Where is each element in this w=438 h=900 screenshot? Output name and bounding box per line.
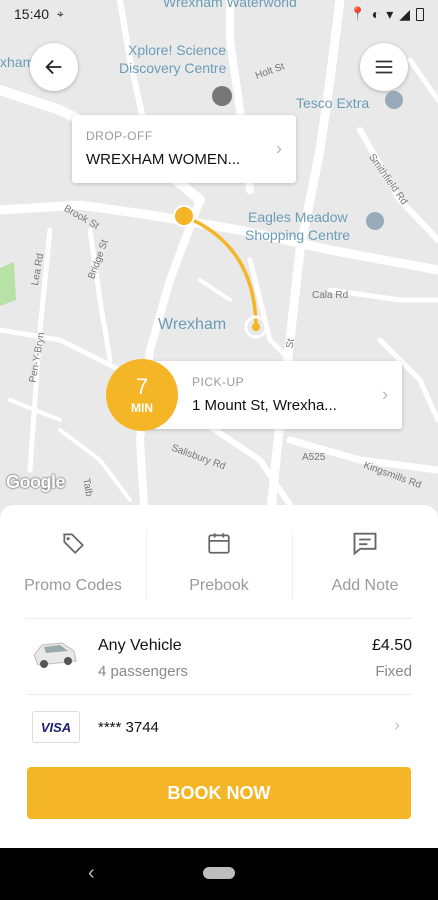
tag-icon <box>60 527 86 559</box>
eta-value: 7 <box>135 374 149 399</box>
signal-icon: ◢ <box>399 5 410 22</box>
wifi-icon: ▾ <box>386 5 394 22</box>
map-label-a525: A525 <box>302 452 326 463</box>
visa-icon: VISA <box>32 711 80 743</box>
battery-icon <box>416 7 424 21</box>
map-label-tesco: Tesco Extra <box>296 95 370 111</box>
map-label-eagles-2: Shopping Centre <box>245 227 351 243</box>
menu-button[interactable] <box>360 43 408 91</box>
promo-codes-label: Promo Codes <box>24 577 122 594</box>
vehicle-row[interactable]: Any Vehicle 4 passengers £4.50 Fixed <box>26 618 412 696</box>
prebook-button[interactable]: Prebook <box>146 527 292 623</box>
dropoff-card[interactable]: DROP-OFF WREXHAM WOMEN... › <box>72 115 296 183</box>
pickup-address: 1 Mount St, Wrexha... <box>192 397 337 414</box>
eta-badge: 7 MIN <box>106 359 178 431</box>
google-logo: Google <box>6 472 66 492</box>
add-note-button[interactable]: Add Note <box>292 527 438 623</box>
map-label-wrexham: Wrexham <box>158 316 227 333</box>
hamburger-menu-icon <box>375 60 393 74</box>
pickup-card[interactable]: PICK-UP 1 Mount St, Wrexha... › <box>140 361 402 429</box>
status-bar: 15:40 ⌖ 📍 ◐ ▾ ◢ <box>0 0 438 28</box>
location-pin-icon: 📍 <box>349 6 366 21</box>
prebook-label: Prebook <box>189 577 249 594</box>
chevron-right-icon: › <box>276 138 282 159</box>
arrow-left-icon <box>45 59 62 75</box>
car-icon <box>33 642 77 668</box>
chevron-right-icon: › <box>394 715 400 735</box>
nav-home-pill[interactable] <box>203 867 235 879</box>
add-note-label: Add Note <box>331 577 399 594</box>
book-now-button[interactable]: BOOK NOW <box>27 767 411 819</box>
payment-row[interactable]: VISA **** 3744 › <box>26 694 412 760</box>
data-saver-icon: ◐ <box>371 6 381 22</box>
message-icon <box>351 527 379 559</box>
calendar-icon <box>206 527 232 559</box>
back-button[interactable] <box>30 43 78 91</box>
location-status-icon: ⌖ <box>57 6 64 21</box>
booking-sheet: Promo Codes Prebook Add Note Any Vehicle… <box>0 505 438 848</box>
map-label-st: St <box>284 337 297 350</box>
status-time: 15:40 <box>14 6 50 22</box>
map-label-xplore-2: Discovery Centre <box>119 60 227 76</box>
pickup-label: PICK-UP <box>192 375 245 389</box>
system-nav-bar: ‹ <box>0 848 438 900</box>
eta-unit: MIN <box>131 401 153 415</box>
promo-codes-button[interactable]: Promo Codes <box>0 527 146 623</box>
dropoff-address: WREXHAM WOMEN... <box>86 151 241 168</box>
vehicle-price: £4.50 <box>371 637 412 654</box>
map-label-eagles: Eagles Meadow <box>248 209 348 225</box>
price-type: Fixed <box>375 663 412 680</box>
vehicle-passengers: 4 passengers <box>98 663 189 680</box>
vehicle-name: Any Vehicle <box>98 637 182 654</box>
card-number: **** 3744 <box>98 719 159 736</box>
quick-actions: Promo Codes Prebook Add Note <box>0 505 438 623</box>
chevron-right-icon: › <box>382 384 388 405</box>
map-label-xplore: Xplore! Science <box>128 42 227 58</box>
map-label-cala: Cala Rd <box>312 290 349 301</box>
nav-back-icon[interactable]: ‹ <box>88 862 95 885</box>
dropoff-label: DROP-OFF <box>86 129 153 143</box>
